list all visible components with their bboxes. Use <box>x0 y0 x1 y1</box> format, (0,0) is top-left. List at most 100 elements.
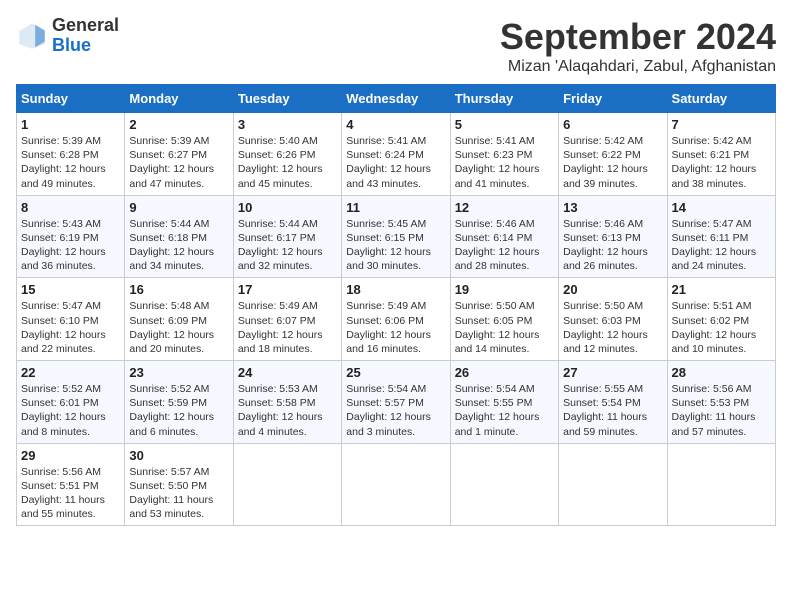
logo: General Blue <box>16 16 119 56</box>
table-row <box>450 443 558 526</box>
day-number: 15 <box>21 282 120 297</box>
day-number: 17 <box>238 282 337 297</box>
day-number: 2 <box>129 117 228 132</box>
calendar-week-row: 15 Sunrise: 5:47 AMSunset: 6:10 PMDayligh… <box>17 278 776 361</box>
day-number: 19 <box>455 282 554 297</box>
table-row: 1 Sunrise: 5:39 AMSunset: 6:28 PMDaylight… <box>17 113 125 196</box>
col-wednesday: Wednesday <box>342 85 450 113</box>
table-row: 26 Sunrise: 5:54 AMSunset: 5:55 PMDayligh… <box>450 361 558 444</box>
table-row: 3Sunrise: 5:40 AMSunset: 6:26 PMDaylight… <box>233 113 341 196</box>
day-number: 8 <box>21 200 120 215</box>
title-block: September 2024 Mizan 'Alaqahdari, Zabul,… <box>500 16 776 76</box>
table-row: 7 Sunrise: 5:42 AMSunset: 6:21 PMDaylight… <box>667 113 775 196</box>
day-number: 9 <box>129 200 228 215</box>
day-info: Sunrise: 5:40 AMSunset: 6:26 PMDaylight:… <box>238 135 323 190</box>
table-row: 11 Sunrise: 5:45 AMSunset: 6:15 PMDayligh… <box>342 195 450 278</box>
table-row: 10Sunrise: 5:44 AMSunset: 6:17 PMDayligh… <box>233 195 341 278</box>
day-info: Sunrise: 5:55 AMSunset: 5:54 PMDaylight:… <box>563 383 647 438</box>
table-row: 22 Sunrise: 5:52 AMSunset: 6:01 PMDayligh… <box>17 361 125 444</box>
day-number: 24 <box>238 365 337 380</box>
day-info: Sunrise: 5:57 AMSunset: 5:50 PMDaylight:… <box>129 466 213 521</box>
col-monday: Monday <box>125 85 233 113</box>
day-info: Sunrise: 5:45 AMSunset: 6:15 PMDaylight:… <box>346 218 431 273</box>
table-row: 25 Sunrise: 5:54 AMSunset: 5:57 PMDayligh… <box>342 361 450 444</box>
day-number: 20 <box>563 282 662 297</box>
col-saturday: Saturday <box>667 85 775 113</box>
day-number: 1 <box>21 117 120 132</box>
calendar-table: Sunday Monday Tuesday Wednesday Thursday… <box>16 84 776 526</box>
table-row: 28 Sunrise: 5:56 AMSunset: 5:53 PMDayligh… <box>667 361 775 444</box>
day-number: 27 <box>563 365 662 380</box>
table-row: 13 Sunrise: 5:46 AMSunset: 6:13 PMDayligh… <box>559 195 667 278</box>
day-info: Sunrise: 5:52 AMSunset: 6:01 PMDaylight:… <box>21 383 106 438</box>
table-row: 9 Sunrise: 5:44 AMSunset: 6:18 PMDaylight… <box>125 195 233 278</box>
calendar-week-row: 8 Sunrise: 5:43 AMSunset: 6:19 PMDaylight… <box>17 195 776 278</box>
day-info: Sunrise: 5:39 AMSunset: 6:27 PMDaylight:… <box>129 135 214 190</box>
table-row: 24 Sunrise: 5:53 AMSunset: 5:58 PMDayligh… <box>233 361 341 444</box>
day-info: Sunrise: 5:54 AMSunset: 5:57 PMDaylight:… <box>346 383 431 438</box>
day-info: Sunrise: 5:50 AMSunset: 6:03 PMDaylight:… <box>563 300 648 355</box>
calendar-week-row: 29Sunrise: 5:56 AMSunset: 5:51 PMDayligh… <box>17 443 776 526</box>
table-row: 5 Sunrise: 5:41 AMSunset: 6:23 PMDaylight… <box>450 113 558 196</box>
table-row: 12Sunrise: 5:46 AMSunset: 6:14 PMDayligh… <box>450 195 558 278</box>
day-number: 23 <box>129 365 228 380</box>
logo-blue-text: Blue <box>52 35 91 55</box>
day-info: Sunrise: 5:42 AMSunset: 6:21 PMDaylight:… <box>672 135 757 190</box>
day-info: Sunrise: 5:39 AMSunset: 6:28 PMDaylight:… <box>21 135 106 190</box>
day-info: Sunrise: 5:56 AMSunset: 5:53 PMDaylight:… <box>672 383 756 438</box>
day-number: 30 <box>129 448 228 463</box>
table-row <box>233 443 341 526</box>
day-number: 11 <box>346 200 445 215</box>
day-info: Sunrise: 5:48 AMSunset: 6:09 PMDaylight:… <box>129 300 214 355</box>
day-number: 5 <box>455 117 554 132</box>
day-info: Sunrise: 5:47 AMSunset: 6:11 PMDaylight:… <box>672 218 757 273</box>
day-info: Sunrise: 5:51 AMSunset: 6:02 PMDaylight:… <box>672 300 757 355</box>
day-number: 26 <box>455 365 554 380</box>
table-row: 30 Sunrise: 5:57 AMSunset: 5:50 PMDayligh… <box>125 443 233 526</box>
day-info: Sunrise: 5:47 AMSunset: 6:10 PMDaylight:… <box>21 300 106 355</box>
table-row: 16 Sunrise: 5:48 AMSunset: 6:09 PMDayligh… <box>125 278 233 361</box>
logo-general-text: General <box>52 15 119 35</box>
day-number: 22 <box>21 365 120 380</box>
day-info: Sunrise: 5:46 AMSunset: 6:14 PMDaylight:… <box>455 218 540 273</box>
table-row: 27 Sunrise: 5:55 AMSunset: 5:54 PMDayligh… <box>559 361 667 444</box>
table-row: 21 Sunrise: 5:51 AMSunset: 6:02 PMDayligh… <box>667 278 775 361</box>
day-number: 29 <box>21 448 120 463</box>
day-number: 21 <box>672 282 771 297</box>
calendar-header-row: Sunday Monday Tuesday Wednesday Thursday… <box>17 85 776 113</box>
day-info: Sunrise: 5:41 AMSunset: 6:23 PMDaylight:… <box>455 135 540 190</box>
day-info: Sunrise: 5:42 AMSunset: 6:22 PMDaylight:… <box>563 135 648 190</box>
table-row: 18Sunrise: 5:49 AMSunset: 6:06 PMDayligh… <box>342 278 450 361</box>
day-number: 28 <box>672 365 771 380</box>
month-title: September 2024 <box>500 16 776 58</box>
table-row <box>667 443 775 526</box>
calendar-week-row: 22 Sunrise: 5:52 AMSunset: 6:01 PMDayligh… <box>17 361 776 444</box>
table-row: 29Sunrise: 5:56 AMSunset: 5:51 PMDayligh… <box>17 443 125 526</box>
day-info: Sunrise: 5:44 AMSunset: 6:17 PMDaylight:… <box>238 218 323 273</box>
page-header: General Blue September 2024 Mizan 'Alaqa… <box>16 16 776 76</box>
day-info: Sunrise: 5:49 AMSunset: 6:07 PMDaylight:… <box>238 300 323 355</box>
table-row: 20 Sunrise: 5:50 AMSunset: 6:03 PMDayligh… <box>559 278 667 361</box>
table-row: 23Sunrise: 5:52 AMSunset: 5:59 PMDayligh… <box>125 361 233 444</box>
day-info: Sunrise: 5:53 AMSunset: 5:58 PMDaylight:… <box>238 383 323 438</box>
day-info: Sunrise: 5:43 AMSunset: 6:19 PMDaylight:… <box>21 218 106 273</box>
day-number: 4 <box>346 117 445 132</box>
day-info: Sunrise: 5:44 AMSunset: 6:18 PMDaylight:… <box>129 218 214 273</box>
table-row: 4Sunrise: 5:41 AMSunset: 6:24 PMDaylight… <box>342 113 450 196</box>
day-number: 7 <box>672 117 771 132</box>
table-row: 17 Sunrise: 5:49 AMSunset: 6:07 PMDayligh… <box>233 278 341 361</box>
table-row: 2 Sunrise: 5:39 AMSunset: 6:27 PMDaylight… <box>125 113 233 196</box>
table-row: 8 Sunrise: 5:43 AMSunset: 6:19 PMDaylight… <box>17 195 125 278</box>
table-row: 6 Sunrise: 5:42 AMSunset: 6:22 PMDaylight… <box>559 113 667 196</box>
day-info: Sunrise: 5:49 AMSunset: 6:06 PMDaylight:… <box>346 300 431 355</box>
day-number: 13 <box>563 200 662 215</box>
day-info: Sunrise: 5:46 AMSunset: 6:13 PMDaylight:… <box>563 218 648 273</box>
col-thursday: Thursday <box>450 85 558 113</box>
day-number: 16 <box>129 282 228 297</box>
day-number: 25 <box>346 365 445 380</box>
table-row <box>559 443 667 526</box>
day-number: 6 <box>563 117 662 132</box>
table-row <box>342 443 450 526</box>
day-info: Sunrise: 5:54 AMSunset: 5:55 PMDaylight:… <box>455 383 540 438</box>
table-row: 15 Sunrise: 5:47 AMSunset: 6:10 PMDayligh… <box>17 278 125 361</box>
